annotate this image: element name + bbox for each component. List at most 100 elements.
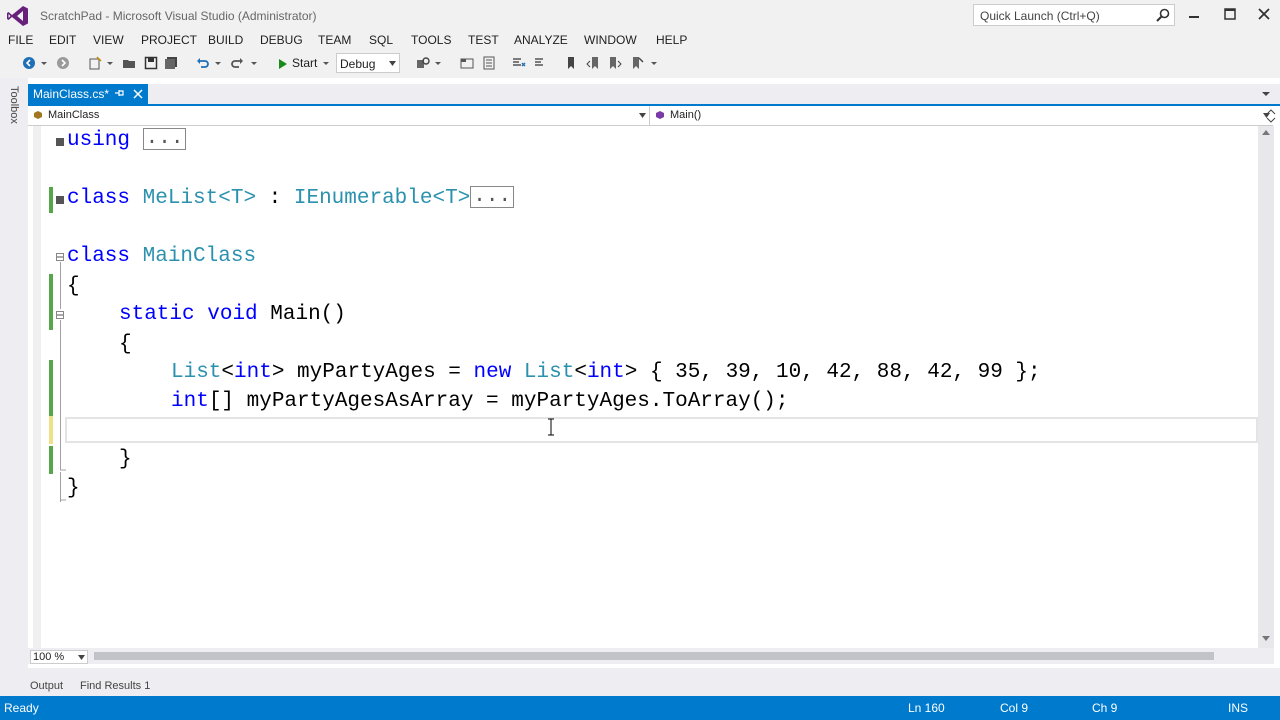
saved-change-bar — [49, 187, 53, 213]
tab-find-results[interactable]: Find Results 1 — [80, 680, 150, 692]
close-window-button[interactable] — [1256, 6, 1272, 22]
code-line-method-open-brace: { — [119, 332, 132, 358]
navigate-forward-icon[interactable] — [56, 56, 70, 70]
next-bookmark-icon[interactable] — [608, 56, 622, 70]
outlining-guide — [60, 320, 61, 470]
maximize-button[interactable] — [1222, 6, 1238, 22]
code-line-list-declaration: List<int> myPartyAges = new List<int> { … — [171, 360, 1041, 386]
horizontal-scrollbar[interactable] — [94, 652, 1214, 660]
vertical-scrollbar[interactable] — [1258, 126, 1274, 648]
tool-window-tabs: Output Find Results 1 — [0, 668, 1280, 696]
code-line-class-close-brace: } — [67, 476, 80, 502]
save-all-icon[interactable] — [164, 56, 178, 70]
angle-open: < — [574, 361, 587, 384]
chevron-down-icon — [78, 655, 85, 660]
new-project-icon[interactable] — [88, 56, 102, 70]
member-dropdown[interactable]: Main() — [650, 106, 1273, 125]
comment-out-icon[interactable] — [512, 56, 526, 70]
menu-analyze[interactable]: ANALYZE — [514, 33, 568, 47]
scroll-down-icon[interactable] — [1262, 636, 1270, 641]
redo-dropdown-icon[interactable] — [250, 56, 258, 70]
current-line-highlight — [65, 417, 1258, 443]
collapsed-region[interactable]: ... — [470, 186, 515, 209]
angle-close: > — [624, 361, 638, 384]
tab-label: MainClass.cs* — [33, 87, 110, 101]
member-dropdown-value: Main() — [670, 109, 702, 121]
zoom-value: 100 % — [33, 651, 65, 663]
minimize-button[interactable] — [1186, 6, 1202, 22]
solution-explorer-icon[interactable] — [460, 56, 474, 70]
saved-change-bar — [49, 360, 53, 416]
menu-help[interactable]: HELP — [656, 33, 687, 47]
menu-build[interactable]: BUILD — [208, 33, 243, 47]
quick-launch-input[interactable]: Quick Launch (Ctrl+Q) — [973, 4, 1175, 26]
menu-tools[interactable]: TOOLS — [411, 33, 451, 47]
properties-window-icon[interactable] — [482, 56, 496, 70]
uncomment-icon[interactable] — [534, 56, 548, 70]
status-line: Ln 160 — [908, 701, 945, 715]
menu-debug[interactable]: DEBUG — [260, 33, 303, 47]
chevron-down-icon — [639, 113, 646, 118]
navigate-back-icon[interactable] — [22, 56, 36, 70]
keyword-static: static — [119, 303, 195, 326]
saved-change-bar — [49, 274, 53, 330]
collapsed-region[interactable]: ... — [142, 128, 187, 151]
type-dropdown[interactable]: MainClass — [28, 106, 650, 125]
clear-bookmarks-icon[interactable] — [630, 56, 644, 70]
redo-icon[interactable] — [230, 56, 244, 70]
open-file-icon[interactable] — [122, 56, 136, 70]
menu-edit[interactable]: EDIT — [49, 33, 76, 47]
find-in-files-icon[interactable] — [416, 56, 430, 70]
scroll-up-icon[interactable] — [1262, 130, 1270, 135]
outlining-end-tick — [60, 499, 66, 501]
start-dropdown-icon[interactable] — [322, 56, 330, 70]
code-line-open-brace: { — [67, 274, 80, 300]
menu-bar: FILE EDIT VIEW PROJECT BUILD DEBUG TEAM … — [0, 30, 1280, 50]
undo-dropdown-icon[interactable] — [214, 56, 222, 70]
play-icon — [279, 59, 287, 69]
split-window-icon[interactable] — [1265, 106, 1277, 126]
zoom-select[interactable]: 100 % — [30, 650, 88, 664]
menu-file[interactable]: FILE — [8, 33, 33, 47]
bookmark-icon[interactable] — [564, 56, 578, 70]
pin-icon[interactable] — [114, 87, 126, 99]
menu-view[interactable]: VIEW — [93, 33, 124, 47]
tab-mainclass[interactable]: MainClass.cs* — [28, 84, 148, 104]
tab-output[interactable]: Output — [30, 680, 63, 692]
menu-window[interactable]: WINDOW — [584, 33, 637, 47]
toolbox-tab[interactable]: Toolbox — [6, 86, 20, 124]
outlining-guide — [60, 262, 61, 309]
keyword-using: using — [67, 129, 131, 152]
menu-test[interactable]: TEST — [468, 33, 499, 47]
undo-icon[interactable] — [196, 56, 210, 70]
menu-team[interactable]: TEAM — [318, 33, 351, 47]
previous-bookmark-icon[interactable] — [586, 56, 600, 70]
brace: { — [119, 333, 132, 356]
outlining-collapsed-marker[interactable] — [56, 196, 64, 204]
back-dropdown-icon[interactable] — [40, 56, 48, 70]
tab-overflow-icon[interactable] — [1258, 86, 1274, 102]
code-colon: : — [256, 187, 294, 210]
method-icon — [656, 111, 664, 119]
keyword-new: new — [473, 361, 512, 384]
solution-configuration-select[interactable]: Debug — [336, 53, 400, 73]
unsaved-change-bar — [49, 416, 53, 444]
type-dropdown-value: MainClass — [48, 109, 100, 121]
status-column: Col 9 — [1000, 701, 1029, 715]
menu-project[interactable]: PROJECT — [141, 33, 197, 47]
chevron-down-icon — [389, 61, 396, 66]
find-dropdown-icon[interactable] — [434, 56, 442, 70]
title-bar: ScratchPad - Microsoft Visual Studio (Ad… — [0, 0, 1280, 30]
brace: } — [67, 477, 80, 500]
outlining-collapsed-marker[interactable] — [56, 138, 64, 146]
new-dropdown-icon[interactable] — [106, 56, 114, 70]
document-tab-row — [28, 84, 1280, 104]
menu-sql[interactable]: SQL — [369, 33, 393, 47]
indicator-margin — [33, 126, 41, 648]
type-mainclass: MainClass — [142, 245, 257, 268]
keyword-int: int — [586, 361, 625, 384]
quick-launch-placeholder: Quick Launch (Ctrl+Q) — [980, 9, 1100, 23]
save-icon[interactable] — [144, 56, 158, 70]
close-tab-icon[interactable] — [132, 88, 144, 100]
toolbar-overflow-icon[interactable] — [650, 56, 658, 70]
